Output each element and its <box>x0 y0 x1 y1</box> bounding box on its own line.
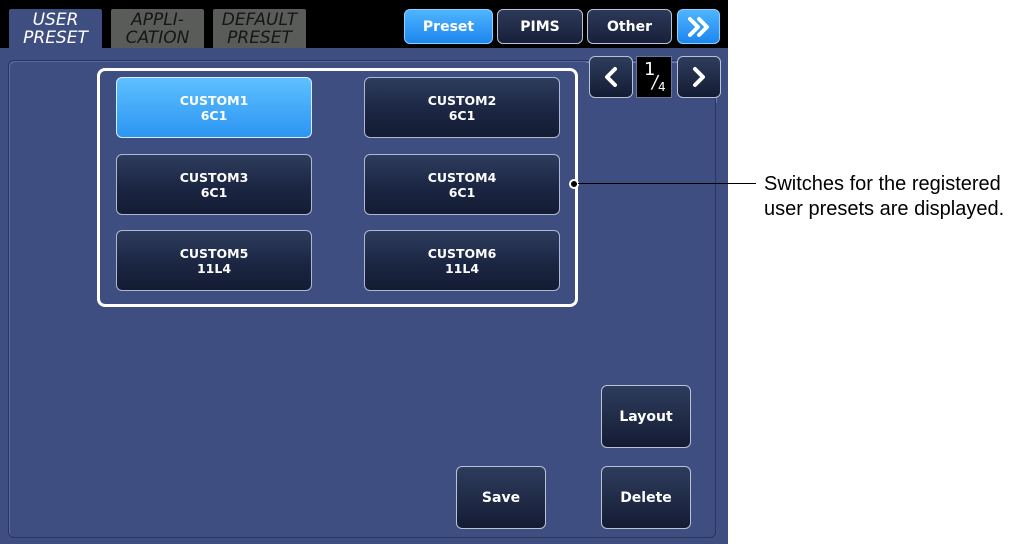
page-prev-button[interactable] <box>589 56 633 98</box>
other-button[interactable]: Other <box>587 9 672 44</box>
page-next-button[interactable] <box>677 56 721 98</box>
callout-line <box>578 183 756 184</box>
chevron-right-icon <box>693 67 705 87</box>
more-button[interactable] <box>677 9 720 44</box>
tab-label-line1: DEFAULT <box>221 10 298 30</box>
tab-application[interactable]: APPLI- CATION <box>111 9 204 48</box>
chevron-left-icon <box>605 67 617 87</box>
preset-button[interactable]: Preset <box>404 9 493 44</box>
page-indicator: 1 / 4 <box>636 56 672 98</box>
tab-label-line1: APPLI- <box>131 10 184 30</box>
pims-button[interactable]: PIMS <box>497 9 583 44</box>
tab-label-line2: PRESET <box>23 28 88 48</box>
layout-button[interactable]: Layout <box>601 385 691 448</box>
delete-button[interactable]: Delete <box>601 466 691 529</box>
preset-panel: USER PRESET APPLI- CATION DEFAULT PRESET… <box>0 0 728 544</box>
tab-user-preset[interactable]: USER PRESET <box>9 9 102 48</box>
page-total: 4 <box>658 80 666 94</box>
tab-label-line2: PRESET <box>227 28 292 48</box>
double-chevron-right-icon <box>687 16 709 37</box>
callout-dot <box>569 179 579 189</box>
save-button[interactable]: Save <box>456 466 546 529</box>
tab-default-preset[interactable]: DEFAULT PRESET <box>213 9 306 48</box>
tab-label-line2: CATION <box>125 28 190 48</box>
tab-label-line1: USER <box>32 10 79 30</box>
callout-text: Switches for the registered user presets… <box>764 173 1005 220</box>
highlight-frame <box>97 68 578 307</box>
